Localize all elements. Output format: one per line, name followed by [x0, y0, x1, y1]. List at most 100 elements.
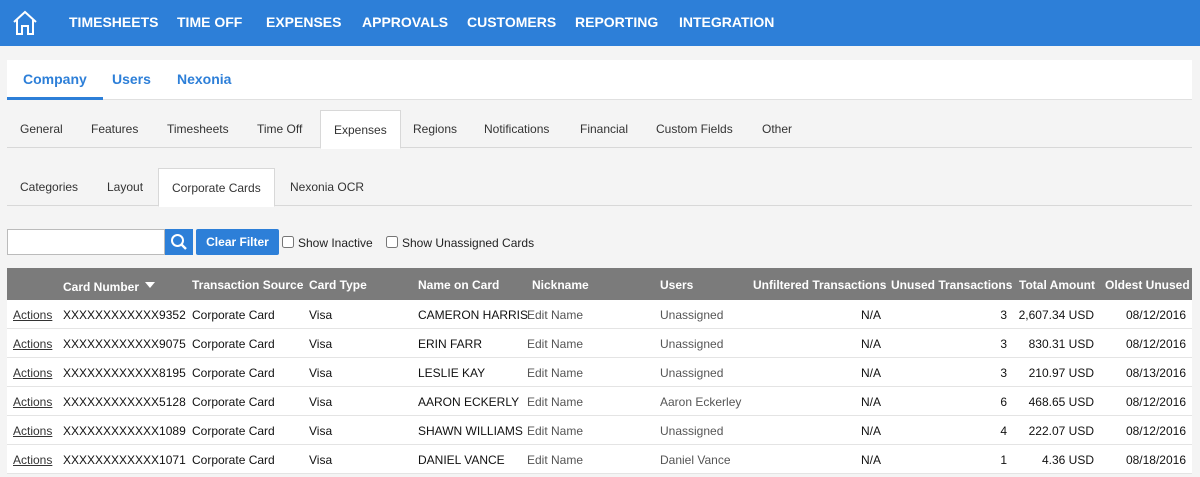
unfiltered-transactions-cell: N/A — [860, 337, 881, 351]
tab-categories[interactable]: Categories — [7, 168, 91, 206]
tab-nexonia[interactable]: Nexonia — [161, 60, 247, 100]
actions-link[interactable]: Actions — [13, 366, 52, 380]
edit-name-link[interactable]: Edit Name — [527, 453, 583, 467]
nav-expenses[interactable]: EXPENSES — [266, 14, 341, 30]
header-unfiltered-transactions[interactable]: Unfiltered Transactions — [753, 278, 886, 292]
tab-layout[interactable]: Layout — [94, 168, 156, 206]
card-type-cell: Visa — [309, 395, 333, 409]
table-row: Actions XXXXXXXXXXXX1071 Corporate Card … — [7, 445, 1192, 474]
actions-link[interactable]: Actions — [13, 395, 52, 409]
nav-approvals[interactable]: APPROVALS — [362, 14, 448, 30]
header-card-type[interactable]: Card Type — [309, 278, 367, 292]
tab-nexonia-ocr[interactable]: Nexonia OCR — [277, 168, 377, 206]
users-cell[interactable]: Daniel Vance — [660, 453, 731, 467]
total-amount-cell: 210.97 USD — [1028, 366, 1094, 380]
actions-link[interactable]: Actions — [13, 337, 52, 351]
unfiltered-transactions-cell: N/A — [860, 308, 881, 322]
header-transaction-source[interactable]: Transaction Source — [192, 278, 303, 292]
tab-financial[interactable]: Financial — [567, 110, 641, 148]
actions-link[interactable]: Actions — [13, 424, 52, 438]
search-icon — [171, 234, 187, 250]
show-inactive-checkbox[interactable] — [282, 236, 294, 248]
tab-expenses[interactable]: Expenses — [320, 110, 401, 149]
name-on-card-cell: LESLIE KAY — [418, 366, 486, 380]
header-card-number-label: Card Number — [63, 280, 140, 294]
tab-features[interactable]: Features — [78, 110, 151, 148]
name-on-card-cell: AARON ECKERLY — [418, 395, 520, 409]
oldest-unused-cell: 08/13/2016 — [1125, 366, 1186, 380]
tab-regions[interactable]: Regions — [400, 110, 470, 148]
tab-timesheets[interactable]: Timesheets — [154, 110, 242, 148]
tab-notifications[interactable]: Notifications — [471, 110, 562, 148]
show-unassigned-checkbox[interactable] — [386, 236, 398, 248]
tab-company[interactable]: Company — [7, 60, 103, 100]
oldest-unused-cell: 08/12/2016 — [1125, 395, 1186, 409]
oldest-unused-cell: 08/12/2016 — [1125, 337, 1186, 351]
edit-name-link[interactable]: Edit Name — [527, 366, 583, 380]
header-oldest-unused[interactable]: Oldest Unused — [1105, 278, 1190, 292]
edit-name-link[interactable]: Edit Name — [527, 308, 583, 322]
total-amount-cell: 830.31 USD — [1028, 337, 1094, 351]
home-icon[interactable] — [10, 8, 40, 38]
card-number-cell: XXXXXXXXXXXX1089 — [63, 424, 186, 438]
nav-customers[interactable]: CUSTOMERS — [467, 14, 556, 30]
tab-other[interactable]: Other — [749, 110, 805, 148]
oldest-unused-cell: 08/12/2016 — [1125, 308, 1186, 322]
name-on-card-cell: DANIEL VANCE — [418, 453, 505, 467]
transaction-source-cell: Corporate Card — [192, 337, 275, 351]
tab-users[interactable]: Users — [96, 60, 167, 100]
transaction-source-cell: Corporate Card — [192, 424, 275, 438]
header-unused-transactions[interactable]: Unused Transactions — [891, 278, 1012, 292]
expense-subtabs: Categories Layout Corporate Cards Nexoni… — [7, 168, 1192, 207]
total-amount-cell: 2,607.34 USD — [1018, 308, 1094, 322]
table-row: Actions XXXXXXXXXXXX9075 Corporate Card … — [7, 329, 1192, 358]
card-type-cell: Visa — [309, 424, 333, 438]
top-nav: TIMESHEETS TIME OFF EXPENSES APPROVALS C… — [0, 0, 1200, 46]
clear-filter-button[interactable]: Clear Filter — [196, 229, 279, 255]
unused-transactions-cell: 1 — [1000, 453, 1007, 467]
users-cell[interactable]: Unassigned — [660, 337, 723, 351]
transaction-source-cell: Corporate Card — [192, 453, 275, 467]
tab-general[interactable]: General — [7, 110, 76, 148]
unfiltered-transactions-cell: N/A — [860, 395, 881, 409]
search-input[interactable] — [7, 229, 165, 255]
edit-name-link[interactable]: Edit Name — [527, 424, 583, 438]
total-amount-cell: 222.07 USD — [1028, 424, 1094, 438]
header-name-on-card[interactable]: Name on Card — [418, 278, 499, 292]
card-type-cell: Visa — [309, 337, 333, 351]
unused-transactions-cell: 4 — [1000, 424, 1007, 438]
name-on-card-cell: SHAWN WILLIAMS — [418, 424, 523, 438]
nav-reporting[interactable]: REPORTING — [575, 14, 658, 30]
tab-custom-fields[interactable]: Custom Fields — [643, 110, 746, 148]
nav-timesheets[interactable]: TIMESHEETS — [69, 14, 158, 30]
edit-name-link[interactable]: Edit Name — [527, 395, 583, 409]
sort-desc-icon — [145, 282, 156, 288]
actions-link[interactable]: Actions — [13, 453, 52, 467]
users-cell[interactable]: Unassigned — [660, 308, 723, 322]
transaction-source-cell: Corporate Card — [192, 395, 275, 409]
nav-integration[interactable]: INTEGRATION — [679, 14, 774, 30]
header-users[interactable]: Users — [660, 278, 693, 292]
table-row: Actions XXXXXXXXXXXX1089 Corporate Card … — [7, 416, 1192, 445]
tab-corporate-cards[interactable]: Corporate Cards — [158, 168, 275, 207]
show-unassigned-label: Show Unassigned Cards — [402, 236, 535, 250]
actions-link[interactable]: Actions — [13, 308, 52, 322]
search-button[interactable] — [165, 229, 193, 255]
show-inactive-label: Show Inactive — [298, 236, 373, 250]
card-number-cell: XXXXXXXXXXXX8195 — [63, 366, 186, 380]
tab-time-off[interactable]: Time Off — [244, 110, 315, 148]
table-row: Actions XXXXXXXXXXXX5128 Corporate Card … — [7, 387, 1192, 416]
header-card-number[interactable]: Card Number — [63, 280, 156, 294]
header-nickname[interactable]: Nickname — [532, 278, 589, 292]
users-cell[interactable]: Unassigned — [660, 424, 723, 438]
transaction-source-cell: Corporate Card — [192, 308, 275, 322]
edit-name-link[interactable]: Edit Name — [527, 337, 583, 351]
oldest-unused-cell: 08/12/2016 — [1125, 424, 1186, 438]
users-cell[interactable]: Unassigned — [660, 366, 723, 380]
unfiltered-transactions-cell: N/A — [860, 453, 881, 467]
card-type-cell: Visa — [309, 453, 333, 467]
users-cell[interactable]: Aaron Eckerley — [660, 395, 741, 409]
card-number-cell: XXXXXXXXXXXX9075 — [63, 337, 186, 351]
header-total-amount[interactable]: Total Amount — [1019, 278, 1095, 292]
nav-time-off[interactable]: TIME OFF — [177, 14, 242, 30]
